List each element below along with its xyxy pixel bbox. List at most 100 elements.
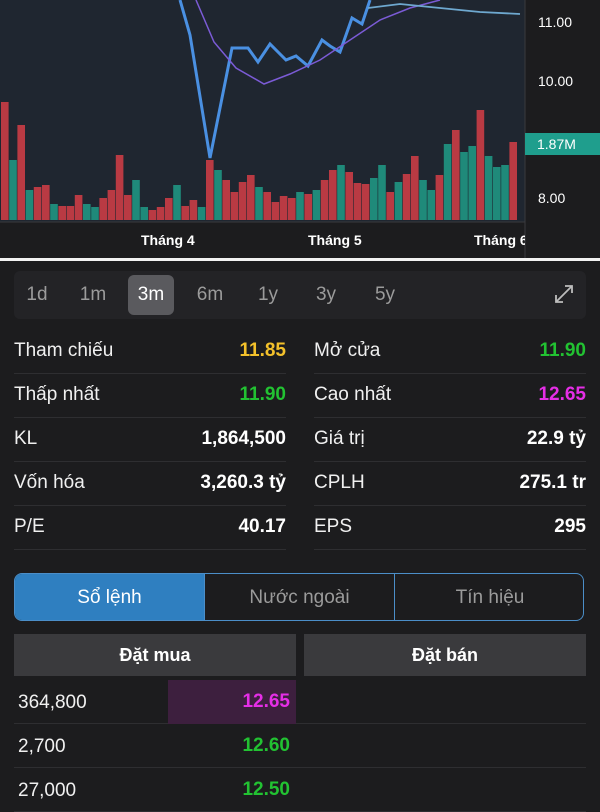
volume-bar bbox=[402, 174, 411, 220]
stat-label: Giá trị bbox=[314, 428, 365, 449]
volume-bar bbox=[206, 160, 214, 220]
bid-quantity: 2,700 bbox=[18, 736, 66, 757]
volume-bar bbox=[140, 207, 148, 220]
volume-bar bbox=[370, 178, 378, 220]
volume-bar bbox=[132, 180, 140, 220]
volume-bar bbox=[452, 130, 460, 220]
stat-low: Thấp nhất 11.90 bbox=[14, 374, 286, 418]
volume-bar bbox=[247, 175, 255, 220]
stat-label: EPS bbox=[314, 516, 353, 537]
volume-bar bbox=[419, 180, 427, 220]
volume-bar bbox=[304, 194, 312, 220]
volume-bar bbox=[222, 180, 230, 220]
stat-label: Tham chiếu bbox=[14, 340, 114, 361]
volume-bar bbox=[42, 185, 50, 220]
range-tab-3y[interactable]: 3y bbox=[303, 275, 349, 315]
range-tab-5y[interactable]: 5y bbox=[362, 275, 408, 315]
expand-icon[interactable] bbox=[552, 282, 576, 306]
volume-bar bbox=[460, 152, 468, 220]
volume-bar bbox=[91, 207, 99, 220]
volume-bar bbox=[443, 144, 452, 220]
tab-order-book[interactable]: Sổ lệnh bbox=[15, 574, 205, 620]
stat-label: Vốn hóa bbox=[14, 472, 85, 493]
range-tab-1m[interactable]: 1m bbox=[70, 275, 116, 315]
bid-quantity: 27,000 bbox=[18, 780, 77, 801]
order-book-row[interactable]: 364,800 12.65 bbox=[14, 680, 586, 724]
volume-bar bbox=[509, 142, 517, 220]
order-book-row[interactable]: 2,700 12.60 bbox=[14, 724, 586, 768]
volume-bar bbox=[484, 156, 493, 220]
bid-price: 12.50 bbox=[242, 779, 290, 800]
order-tabs: Sổ lệnh Nước ngoài Tín hiệu bbox=[14, 573, 584, 621]
x-axis-label: Tháng 4 bbox=[141, 232, 195, 248]
stat-market-cap: Vốn hóa 3,260.3 tỷ bbox=[14, 462, 286, 506]
volume-bar bbox=[197, 207, 206, 220]
volume-bar bbox=[58, 206, 66, 220]
volume-bar bbox=[411, 156, 419, 220]
range-selector: 1d 1m 3m 6m 1y 3y 5y bbox=[14, 271, 586, 319]
tab-signals[interactable]: Tín hiệu bbox=[395, 574, 583, 620]
volume-bar bbox=[9, 160, 17, 220]
volume-bar bbox=[83, 204, 91, 220]
volume-bar bbox=[435, 175, 444, 220]
volume-bar bbox=[25, 190, 34, 220]
volume-bar bbox=[279, 196, 288, 220]
y-axis-label: 8.00 bbox=[538, 190, 566, 206]
volume-bar bbox=[345, 172, 353, 220]
stat-value: 11.90 bbox=[239, 384, 287, 405]
range-tab-6m[interactable]: 6m bbox=[187, 275, 233, 315]
volume-bar bbox=[468, 146, 476, 220]
stat-label: Thấp nhất bbox=[14, 384, 100, 405]
volume-bar bbox=[337, 165, 345, 220]
stat-label: KL bbox=[14, 428, 38, 449]
volume-bar bbox=[476, 110, 485, 220]
volume-bar bbox=[173, 185, 181, 220]
bid-quantity: 364,800 bbox=[18, 692, 87, 713]
y-axis-label: 10.00 bbox=[538, 73, 574, 89]
volume-bar bbox=[501, 165, 509, 220]
volume-bar bbox=[99, 198, 107, 220]
stat-label: CPLH bbox=[314, 472, 365, 493]
range-tab-1d[interactable]: 1d bbox=[14, 275, 60, 315]
stat-reference: Tham chiếu 11.85 bbox=[14, 330, 286, 374]
volume-bar bbox=[50, 204, 58, 220]
volume-bar bbox=[255, 187, 263, 220]
buy-header: Đặt mua bbox=[14, 634, 296, 676]
volume-bar bbox=[361, 184, 370, 220]
volume-bar bbox=[386, 192, 394, 220]
stat-open: Mở cửa 11.90 bbox=[314, 330, 586, 374]
volume-bar bbox=[238, 182, 247, 220]
price-chart[interactable]: 11.00 10.00 8.00 1.87M Tháng 4 Tháng 5 T… bbox=[0, 0, 600, 260]
chart-divider bbox=[0, 258, 600, 261]
range-tab-3m[interactable]: 3m bbox=[128, 275, 174, 315]
volume-bar bbox=[165, 198, 173, 220]
stat-value: 11.90 bbox=[539, 340, 587, 361]
stat-label: Cao nhất bbox=[314, 384, 392, 405]
volume-bar bbox=[230, 192, 239, 220]
volume-bar bbox=[189, 200, 198, 220]
volume-bar bbox=[296, 192, 304, 220]
volume-bar bbox=[394, 182, 403, 220]
volume-bar bbox=[148, 210, 157, 220]
volume-bar bbox=[312, 190, 321, 220]
volume-bar bbox=[1, 102, 9, 220]
volume-bar bbox=[124, 195, 132, 220]
volume-bar bbox=[263, 192, 271, 220]
tab-foreign[interactable]: Nước ngoài bbox=[205, 574, 395, 620]
x-axis-label: Tháng 5 bbox=[308, 232, 362, 248]
volume-bar bbox=[17, 125, 25, 220]
stat-value: 3,260.3 tỷ bbox=[200, 472, 286, 493]
range-tab-1y[interactable]: 1y bbox=[245, 275, 291, 315]
order-book-row[interactable]: 27,000 12.50 bbox=[14, 768, 586, 812]
stat-eps: EPS 295 bbox=[314, 506, 586, 550]
stat-value: 11.85 bbox=[239, 340, 287, 361]
volume-bar bbox=[493, 167, 501, 220]
x-axis-label: Tháng 6 bbox=[474, 232, 525, 248]
sell-header: Đặt bán bbox=[304, 634, 586, 676]
volume-bar bbox=[181, 206, 189, 220]
stat-high: Cao nhất 12.65 bbox=[314, 374, 586, 418]
chart-canvas[interactable] bbox=[0, 0, 600, 258]
bid-price: 12.60 bbox=[242, 735, 290, 756]
volume-bar bbox=[33, 187, 42, 220]
volume-bar bbox=[156, 207, 165, 220]
